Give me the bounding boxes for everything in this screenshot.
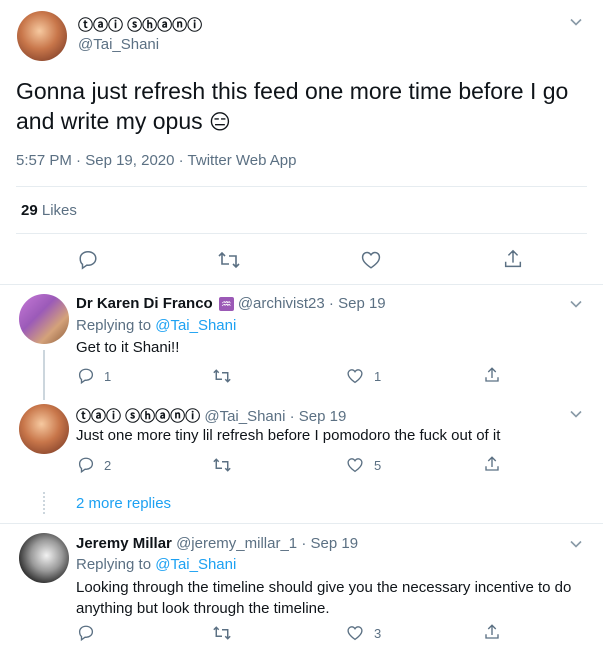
replying-to: Replying to @Tai_Shani bbox=[76, 556, 236, 573]
reply-icon[interactable] bbox=[77, 249, 99, 271]
like-count: 5 bbox=[374, 458, 382, 473]
reply-icon[interactable] bbox=[77, 624, 95, 642]
separator: · bbox=[289, 408, 295, 425]
reply-handle[interactable]: @Tai_Shani bbox=[204, 408, 285, 425]
divider bbox=[16, 186, 587, 187]
reply-display-name[interactable]: Jeremy Millar bbox=[76, 535, 172, 552]
divider bbox=[0, 523, 603, 524]
reply-count: 1 bbox=[104, 369, 112, 384]
likes-stat[interactable]: 29 Likes bbox=[21, 202, 77, 219]
reply-date[interactable]: Sep 19 bbox=[338, 295, 386, 312]
reply-avatar-jeremy[interactable] bbox=[19, 533, 69, 583]
more-replies-link[interactable]: 2 more replies bbox=[76, 495, 171, 512]
like-icon[interactable] bbox=[360, 249, 382, 271]
thread-dots bbox=[43, 492, 47, 514]
aquarius-badge-icon: ♒ bbox=[218, 297, 234, 311]
reply-date[interactable]: Sep 19 bbox=[311, 535, 359, 552]
replying-to-link[interactable]: @Tai_Shani bbox=[155, 317, 236, 334]
separator: · bbox=[301, 535, 307, 552]
reply-text: Just one more tiny lil refresh before I … bbox=[76, 427, 501, 444]
main-tweet-meta: 5:57 PM · Sep 19, 2020 · Twitter Web App bbox=[16, 152, 297, 169]
tweet-time[interactable]: 5:57 PM bbox=[16, 152, 72, 169]
separator: · bbox=[328, 295, 334, 312]
tweet-source[interactable]: Twitter Web App bbox=[188, 152, 297, 169]
retweet-icon[interactable] bbox=[212, 624, 232, 642]
replying-to-link[interactable]: @Tai_Shani bbox=[155, 556, 236, 573]
reply-header: Jeremy Millar @jeremy_millar_1 · Sep 19 bbox=[76, 535, 358, 552]
chevron-down-icon[interactable] bbox=[568, 296, 584, 315]
share-icon[interactable] bbox=[483, 455, 501, 473]
share-icon[interactable] bbox=[483, 366, 501, 384]
main-tweet-body: Gonna just refresh this feed one more ti… bbox=[16, 78, 569, 134]
thread-line bbox=[43, 350, 45, 400]
replying-prefix: Replying to bbox=[76, 317, 152, 334]
tweet-date[interactable]: Sep 19, 2020 bbox=[85, 152, 174, 169]
reply-header: Dr Karen Di Franco ♒ @archivist23 · Sep … bbox=[76, 295, 386, 312]
like-count: 1 bbox=[374, 369, 382, 384]
reply-display-name[interactable]: Dr Karen Di Franco bbox=[76, 295, 213, 312]
reply-handle[interactable]: @archivist23 bbox=[238, 295, 325, 312]
divider bbox=[0, 284, 603, 285]
expressionless-emoji-icon: 😑 bbox=[209, 111, 231, 134]
separator: · bbox=[178, 152, 184, 169]
reply-avatar-karen[interactable] bbox=[19, 294, 69, 344]
reply-display-name[interactable]: ⓣⓐⓘ ⓢⓗⓐⓝⓘ bbox=[76, 408, 200, 425]
reply-count: 2 bbox=[104, 458, 112, 473]
reply-date[interactable]: Sep 19 bbox=[299, 408, 347, 425]
like-icon[interactable] bbox=[346, 367, 364, 385]
replying-prefix: Replying to bbox=[76, 556, 152, 573]
separator: · bbox=[76, 152, 82, 169]
retweet-icon[interactable] bbox=[212, 367, 232, 385]
replying-to: Replying to @Tai_Shani bbox=[76, 317, 236, 334]
reply-header: ⓣⓐⓘ ⓢⓗⓐⓝⓘ @Tai_Shani · Sep 19 bbox=[76, 405, 346, 426]
main-tweet-handle[interactable]: @Tai_Shani bbox=[78, 36, 159, 53]
likes-label: Likes bbox=[41, 202, 77, 219]
reply-icon[interactable] bbox=[77, 367, 95, 385]
likes-count: 29 bbox=[21, 202, 38, 219]
retweet-icon[interactable] bbox=[217, 249, 241, 271]
reply-text: Get to it Shani!! bbox=[76, 339, 180, 356]
like-icon[interactable] bbox=[346, 624, 364, 642]
retweet-icon[interactable] bbox=[212, 456, 232, 474]
chevron-down-icon[interactable] bbox=[568, 406, 584, 425]
reply-avatar-tai[interactable] bbox=[19, 404, 69, 454]
like-count: 3 bbox=[374, 626, 382, 641]
like-icon[interactable] bbox=[346, 456, 364, 474]
chevron-down-icon[interactable] bbox=[568, 14, 584, 33]
main-tweet-display-name[interactable]: ⓣⓐⓘ ⓢⓗⓐⓝⓘ bbox=[78, 17, 202, 34]
main-tweet-avatar[interactable] bbox=[17, 11, 67, 61]
divider bbox=[16, 233, 587, 234]
main-tweet-text: Gonna just refresh this feed one more ti… bbox=[16, 76, 576, 138]
chevron-down-icon[interactable] bbox=[568, 536, 584, 555]
share-icon[interactable] bbox=[502, 248, 524, 270]
reply-handle[interactable]: @jeremy_millar_1 bbox=[176, 535, 297, 552]
reply-icon[interactable] bbox=[77, 456, 95, 474]
share-icon[interactable] bbox=[483, 623, 501, 641]
reply-text: Looking through the timeline should give… bbox=[76, 579, 572, 617]
